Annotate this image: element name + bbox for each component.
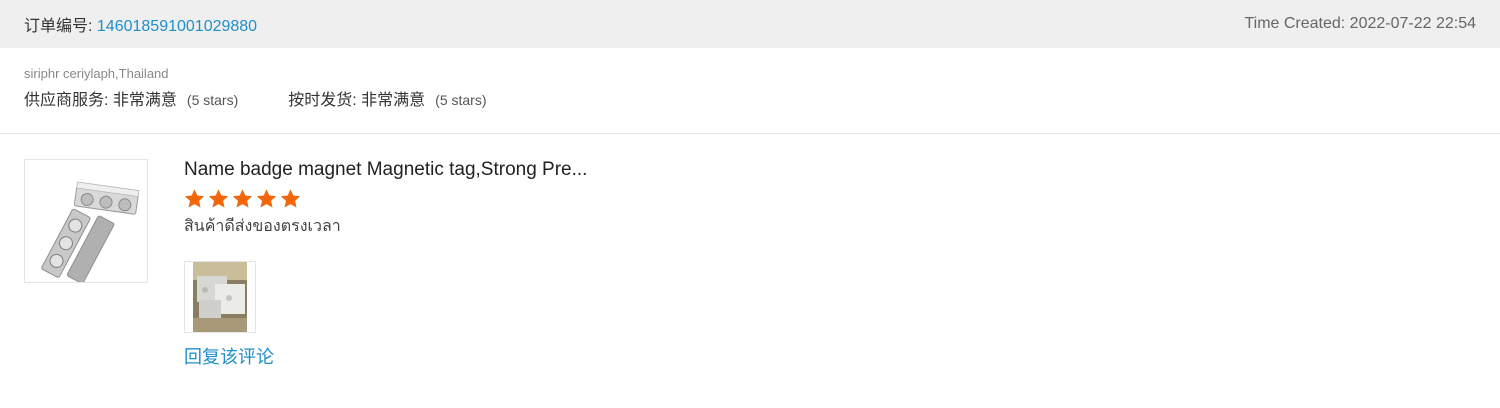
product-title[interactable]: Name badge magnet Magnetic tag,Strong Pr… bbox=[184, 158, 604, 182]
product-star-rating bbox=[184, 188, 884, 209]
rating-label: 按时发货: 非常满意 bbox=[288, 92, 426, 109]
review-photo[interactable] bbox=[184, 261, 256, 333]
buyer-feedback-section: siriphr ceriylaph,Thailand 供应商服务: 非常满意 (… bbox=[0, 48, 1500, 134]
rating-on-time-shipping: 按时发货: 非常满意 (5 stars) bbox=[288, 89, 486, 112]
star-icon bbox=[256, 189, 277, 208]
order-number-link[interactable]: 146018591001029880 bbox=[97, 18, 257, 35]
review-photo-image bbox=[193, 262, 247, 332]
time-created: Time Created: 2022-07-22 22:54 bbox=[1244, 15, 1476, 32]
order-number-label: 订单编号: bbox=[24, 18, 93, 35]
order-header: 订单编号: 146018591001029880 Time Created: 2… bbox=[0, 0, 1500, 48]
product-thumbnail[interactable] bbox=[24, 159, 148, 284]
rating-label: 供应商服务: 非常满意 bbox=[24, 92, 177, 109]
reply-to-review-link[interactable]: 回复该评论 bbox=[184, 343, 884, 369]
buyer-name: siriphr ceriylaph,Thailand bbox=[24, 66, 169, 81]
order-id: 订单编号: 146018591001029880 bbox=[24, 12, 257, 36]
star-icon bbox=[208, 189, 229, 208]
review-comment: สินค้าดีส่งของตรงเวลา bbox=[184, 216, 341, 235]
star-icon bbox=[280, 189, 301, 208]
seller-ratings: 供应商服务: 非常满意 (5 stars) 按时发货: 非常满意 (5 star… bbox=[24, 89, 1476, 112]
product-review: Name badge magnet Magnetic tag,Strong Pr… bbox=[0, 134, 1500, 407]
magnet-badge-image bbox=[41, 181, 140, 284]
rating-stars-text: (5 stars) bbox=[435, 92, 487, 108]
star-icon bbox=[184, 189, 205, 208]
star-icon bbox=[232, 189, 253, 208]
rating-stars-text: (5 stars) bbox=[186, 92, 239, 108]
rating-supplier-service: 供应商服务: 非常满意 (5 stars) bbox=[24, 89, 238, 112]
product-info: Name badge magnet Magnetic tag,Strong Pr… bbox=[184, 158, 884, 369]
